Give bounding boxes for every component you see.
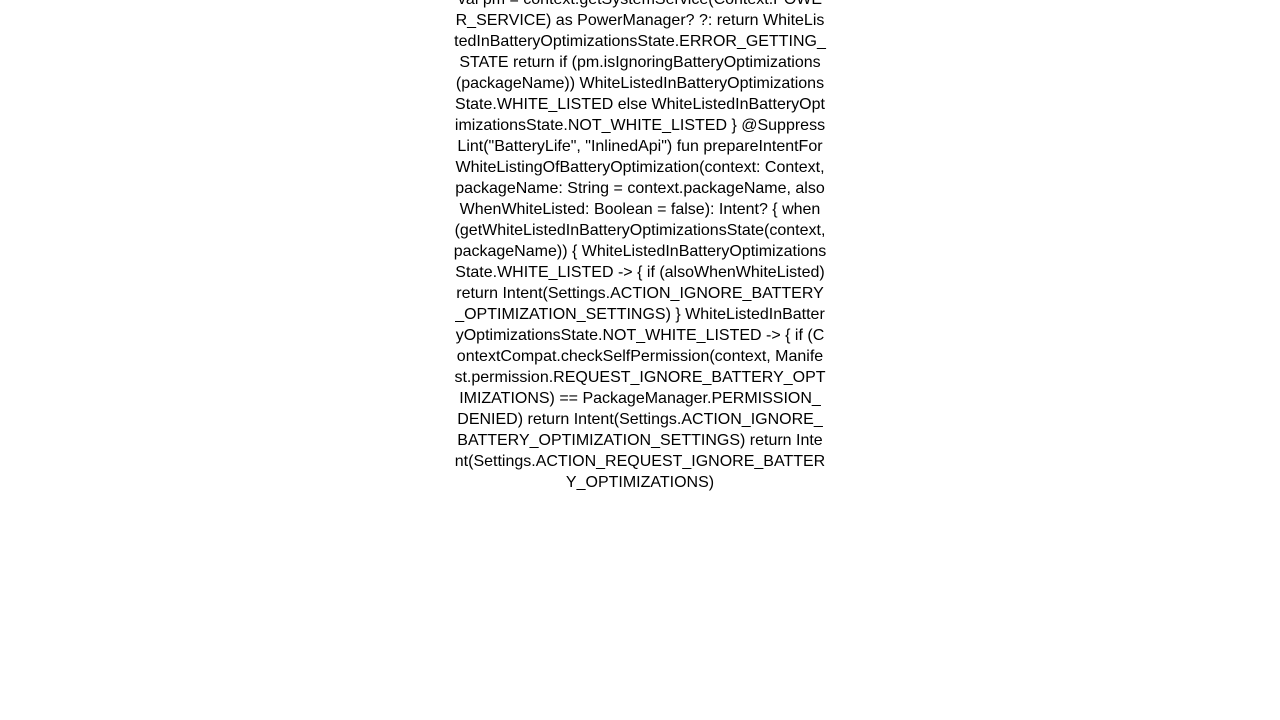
code-snippet-text: val pm = context.getSystemService(Contex… [453,0,827,491]
code-text-region: val pm = context.getSystemService(Contex… [0,0,1280,683]
screenshot-viewport: val pm = context.getSystemService(Contex… [0,0,1280,720]
